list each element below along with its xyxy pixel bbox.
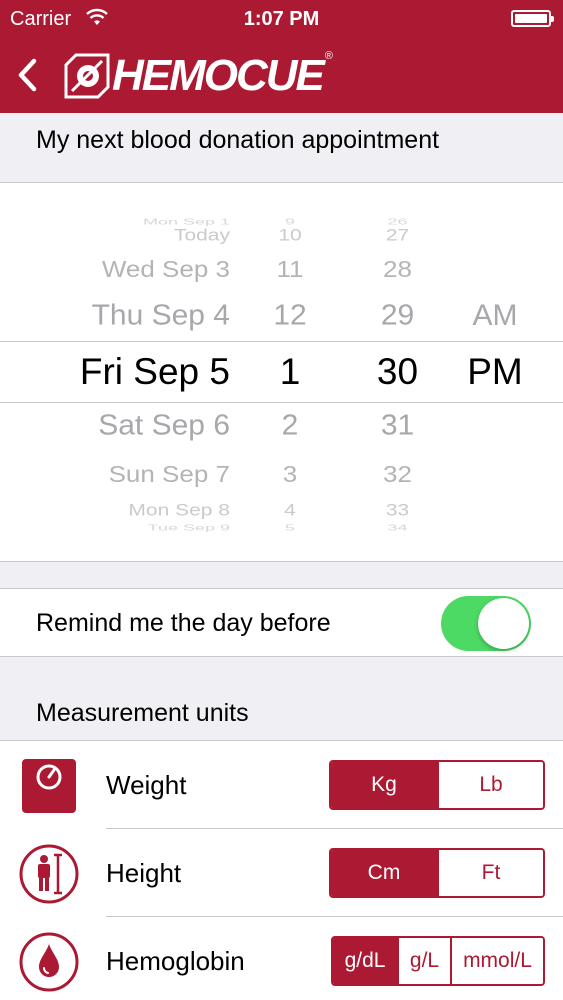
unit-label-hemoglobin: Hemoglobin — [106, 946, 245, 976]
picker-item[interactable]: Mon Sep 1 — [143, 218, 230, 226]
unit-row-weight: Weight Kg Lb — [0, 741, 563, 829]
picker-date-column[interactable]: Mon Sep 1 Today Wed Sep 3 Thu Sep 4 Fri Sep … — [0, 183, 250, 561]
picker-item[interactable]: 26 — [350, 218, 445, 226]
unit-row-hemoglobin: Hemoglobin g/dL g/L mmol/L — [0, 917, 563, 1000]
picker-item[interactable]: 12 — [250, 301, 330, 330]
date-time-picker[interactable]: Mon Sep 1 Today Wed Sep 3 Thu Sep 4 Fri Sep … — [0, 182, 563, 562]
picker-item[interactable]: Tue Sep 9 — [148, 524, 230, 532]
battery-icon — [511, 10, 554, 27]
picker-item[interactable]: Thu Sep 4 — [92, 301, 230, 330]
picker-item[interactable]: 27 — [350, 227, 445, 243]
person-height-icon — [19, 844, 79, 904]
appointment-section-title: My next blood donation appointment — [36, 126, 440, 154]
picker-item[interactable]: 28 — [350, 257, 445, 280]
height-unit-segmented: Cm Ft — [329, 848, 545, 898]
picker-item[interactable]: 29 — [350, 301, 445, 330]
spacer-section — [0, 562, 563, 588]
picker-item[interactable]: Sat Sep 6 — [98, 411, 230, 440]
status-bar: Carrier 1:07 PM — [0, 0, 563, 38]
toggle-knob — [478, 598, 529, 649]
hemocue-logo: HEMOCUE ® — [62, 50, 333, 102]
picker-minute-column[interactable]: 26 27 28 29 30 31 32 33 34 — [350, 183, 445, 561]
scale-icon — [22, 759, 76, 813]
hemoglobin-unit-gl-button[interactable]: g/L — [397, 938, 450, 984]
picker-ampm-column[interactable]: AM PM — [450, 183, 540, 561]
picker-item[interactable]: 4 — [250, 502, 330, 518]
blood-drop-icon — [19, 932, 79, 992]
picker-item[interactable]: Today — [174, 227, 230, 243]
measurement-units-list: Weight Kg Lb Height Cm Ft Hemoglobin g/d… — [0, 740, 563, 1000]
picker-item[interactable]: 31 — [350, 411, 445, 440]
picker-item[interactable]: AM — [450, 301, 540, 331]
picker-item[interactable]: Mon Sep 8 — [128, 502, 230, 518]
picker-item[interactable]: Sun Sep 7 — [109, 462, 230, 485]
height-unit-cm-button[interactable]: Cm — [331, 850, 437, 896]
height-unit-ft-button[interactable]: Ft — [437, 850, 543, 896]
hemoglobin-unit-gdl-button[interactable]: g/dL — [333, 938, 397, 984]
logo-registered-mark: ® — [324, 50, 334, 62]
reminder-label: Remind me the day before — [36, 609, 331, 637]
hemocue-logo-mark-icon — [64, 53, 110, 99]
reminder-toggle[interactable] — [441, 596, 531, 651]
measurement-section-header: Measurement units — [0, 657, 563, 740]
weight-unit-segmented: Kg Lb — [329, 760, 545, 810]
picker-hour-column[interactable]: 9 10 11 12 1 2 3 4 5 — [250, 183, 330, 561]
hemoglobin-unit-segmented: g/dL g/L mmol/L — [331, 936, 545, 986]
unit-label-height: Height — [106, 858, 182, 888]
picker-item[interactable]: 11 — [250, 257, 330, 280]
picker-item[interactable]: 30 — [350, 353, 445, 390]
picker-item[interactable]: Wed Sep 3 — [102, 257, 230, 280]
unit-row-height: Height Cm Ft — [0, 829, 563, 917]
picker-item[interactable]: 2 — [250, 411, 330, 440]
picker-item[interactable]: 5 — [250, 524, 330, 532]
weight-unit-lb-button[interactable]: Lb — [437, 762, 543, 808]
appointment-section-header: My next blood donation appointment — [0, 113, 563, 182]
picker-item[interactable]: 33 — [350, 502, 445, 518]
picker-item[interactable]: Fri Sep 5 — [80, 353, 230, 390]
picker-item[interactable]: 10 — [250, 227, 330, 243]
picker-item[interactable]: PM — [450, 353, 540, 390]
picker-item[interactable]: 3 — [250, 462, 330, 485]
measurement-section-title: Measurement units — [36, 699, 249, 727]
app-header: Carrier 1:07 PM HEMOCUE ® — [0, 0, 563, 113]
status-time: 1:07 PM — [243, 8, 320, 30]
hemoglobin-unit-mmoll-button[interactable]: mmol/L — [450, 938, 543, 984]
picker-item[interactable]: 1 — [250, 353, 330, 390]
unit-label-weight: Weight — [106, 770, 187, 800]
logo-wordmark: HEMOCUE — [112, 51, 325, 100]
picker-item[interactable]: 34 — [350, 524, 445, 532]
reminder-row: Remind me the day before — [0, 588, 563, 657]
weight-unit-kg-button[interactable]: Kg — [331, 762, 437, 808]
picker-item[interactable]: 32 — [350, 462, 445, 485]
picker-item[interactable]: 9 — [250, 218, 330, 226]
back-chevron-icon[interactable] — [12, 55, 42, 95]
